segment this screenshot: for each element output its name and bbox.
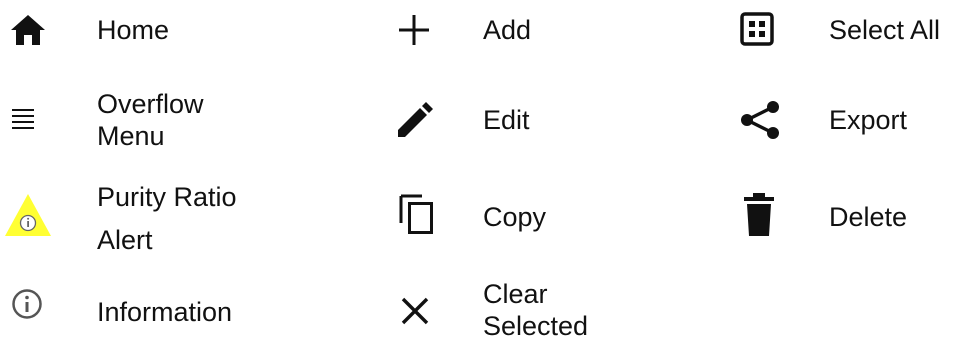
trash-icon <box>744 193 774 236</box>
close-x-icon <box>401 297 429 325</box>
label-overflow-menu: Overflow Menu <box>97 88 204 152</box>
pencil-icon <box>398 102 433 137</box>
label-edit: Edit <box>483 105 530 135</box>
label-export: Export <box>829 105 908 135</box>
share-icon <box>741 101 779 139</box>
label-clear-selected: Clear Selected <box>483 278 588 342</box>
label-purity-ratio-alert: Purity Ratio Alert <box>97 176 237 262</box>
label-add: Add <box>483 15 532 45</box>
hamburger-menu-icon <box>12 109 34 129</box>
label-purity-ratio-alert-line1: Purity Ratio <box>97 182 237 212</box>
plus-icon <box>399 15 429 45</box>
info-circle-icon <box>12 289 42 319</box>
copy-icon <box>399 194 433 234</box>
label-select-all: Select All <box>829 15 941 45</box>
label-purity-ratio-alert-line2: Alert <box>97 225 153 255</box>
label-clear-selected-line2: Selected <box>483 311 589 341</box>
warning-triangle-info-icon <box>5 194 51 236</box>
home-icon <box>11 15 45 45</box>
label-delete: Delete <box>829 202 908 232</box>
label-information: Information <box>97 297 233 327</box>
label-overflow-menu-line2: Menu <box>97 121 165 151</box>
label-home: Home <box>97 15 170 45</box>
select-all-grid-icon <box>740 12 774 46</box>
label-copy: Copy <box>483 202 547 232</box>
label-clear-selected-line1: Clear <box>483 279 548 309</box>
label-overflow-menu-line1: Overflow <box>97 89 204 119</box>
